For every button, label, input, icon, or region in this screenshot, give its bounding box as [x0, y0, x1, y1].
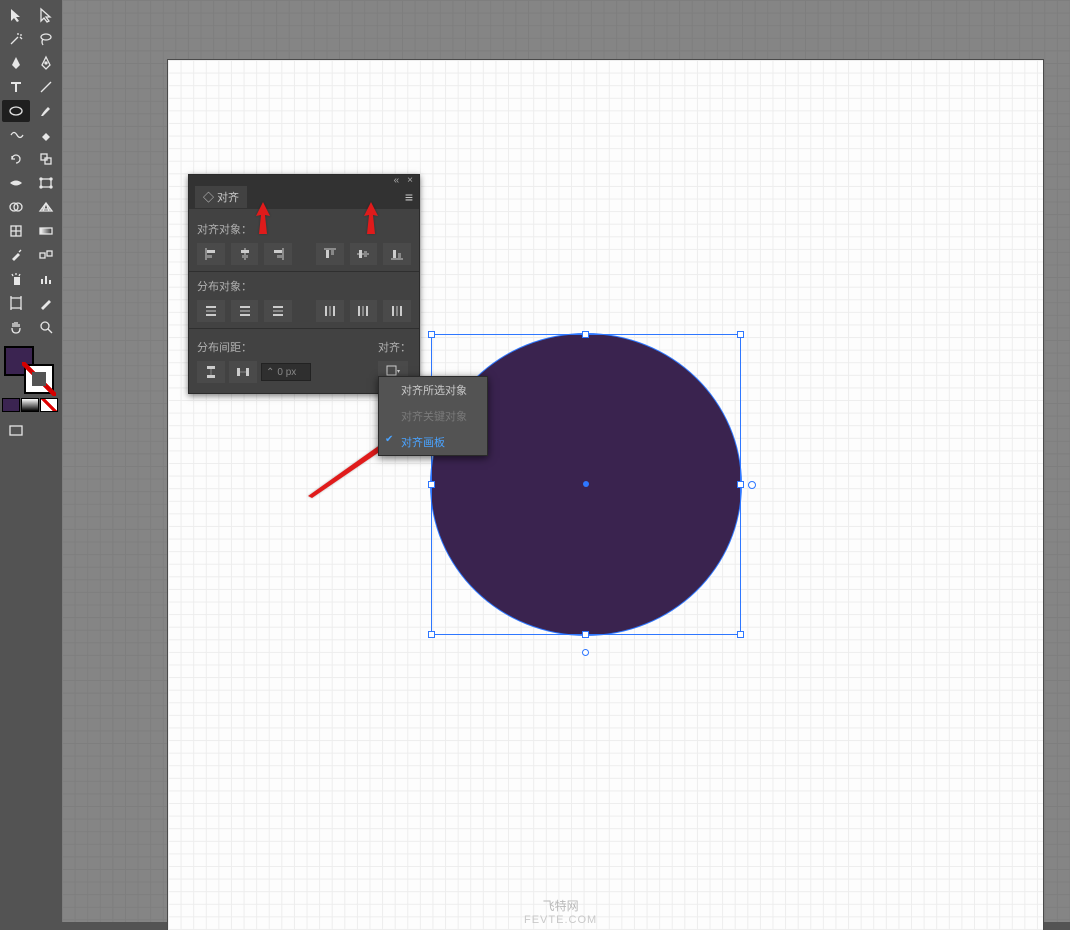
color-mode-row: [2, 398, 60, 412]
tools-panel: [0, 0, 62, 922]
align-top[interactable]: [316, 243, 344, 265]
artboard-tool[interactable]: [2, 292, 30, 314]
align-panel: « × ◇ 对齐 ≡ 对齐对象： 分布对象：: [188, 174, 420, 394]
hand-tool[interactable]: [2, 316, 30, 338]
symbol-sprayer-tool[interactable]: [2, 268, 30, 290]
handle-right[interactable]: [737, 481, 744, 488]
color-mode-gradient[interactable]: [21, 398, 39, 412]
edge-indicator: [748, 481, 756, 489]
dist-vcenter[interactable]: [231, 300, 259, 322]
selection-tool[interactable]: [2, 4, 30, 26]
type-tool[interactable]: [2, 76, 30, 98]
width-tool[interactable]: [2, 172, 30, 194]
stroke-color[interactable]: [24, 364, 54, 394]
rotate-tool[interactable]: [2, 148, 30, 170]
panel-close-icon[interactable]: ×: [407, 175, 413, 186]
align-right[interactable]: [264, 243, 292, 265]
mesh-tool[interactable]: [2, 220, 30, 242]
spacing-value-input[interactable]: ⌃0 px: [261, 363, 311, 381]
center-indicator: [583, 481, 589, 487]
dist-top[interactable]: [197, 300, 225, 322]
check-icon: ✔: [385, 434, 393, 445]
annotation-arrow-1: [252, 202, 274, 239]
panel-collapse-icon[interactable]: «: [394, 175, 400, 186]
gradient-tool[interactable]: [32, 220, 60, 242]
handle-bottom-right[interactable]: [737, 631, 744, 638]
dist-right[interactable]: [383, 300, 411, 322]
color-swatches[interactable]: [2, 346, 60, 392]
handle-top-right[interactable]: [737, 331, 744, 338]
pen-tool[interactable]: [2, 52, 30, 74]
watermark-line1: 飞特网: [524, 897, 597, 914]
blend-tool[interactable]: [32, 244, 60, 266]
annotation-arrow-2: [360, 202, 382, 239]
dist-bottom[interactable]: [264, 300, 292, 322]
line-tool[interactable]: [32, 76, 60, 98]
panel-tab-align[interactable]: ◇ 对齐: [195, 186, 247, 208]
label-distribute-spacing: 分布间距：: [197, 339, 311, 355]
free-transform-tool[interactable]: [32, 172, 60, 194]
label-distribute-objects: 分布对象：: [197, 278, 411, 294]
magic-wand-tool[interactable]: [2, 28, 30, 50]
menu-align-key-object: 对齐关键对象: [379, 403, 487, 429]
menu-align-selection[interactable]: 对齐所选对象: [379, 377, 487, 403]
align-bottom[interactable]: [383, 243, 411, 265]
shape-builder-tool[interactable]: [2, 196, 30, 218]
color-mode-none[interactable]: [40, 398, 58, 412]
label-align-to: 对齐：: [378, 339, 411, 355]
scale-tool[interactable]: [32, 148, 60, 170]
panel-titlebar[interactable]: « ×: [189, 175, 419, 185]
screen-mode[interactable]: [2, 420, 30, 442]
menu-align-artboard[interactable]: ✔对齐画板: [379, 429, 487, 455]
handle-bottom[interactable]: [582, 631, 589, 638]
lasso-tool[interactable]: [32, 28, 60, 50]
dist-space-v[interactable]: [197, 361, 225, 383]
handle-left[interactable]: [428, 481, 435, 488]
handle-bottom-left[interactable]: [428, 631, 435, 638]
shaper-tool[interactable]: [2, 124, 30, 146]
paintbrush-tool[interactable]: [32, 100, 60, 122]
align-to-menu: 对齐所选对象 对齐关键对象 ✔对齐画板: [378, 376, 488, 456]
ellipse-tool[interactable]: [2, 100, 30, 122]
watermark-line2: FEVTE.COM: [524, 914, 597, 926]
color-mode-solid[interactable]: [2, 398, 20, 412]
canvas-area[interactable]: 飞特网 FEVTE.COM: [62, 0, 1070, 922]
align-hcenter[interactable]: [231, 243, 259, 265]
panel-menu-icon[interactable]: ≡: [405, 189, 413, 205]
dist-hcenter[interactable]: [350, 300, 378, 322]
zoom-tool[interactable]: [32, 316, 60, 338]
handle-top[interactable]: [582, 331, 589, 338]
handle-rotate[interactable]: [582, 649, 589, 656]
column-graph-tool[interactable]: [32, 268, 60, 290]
direct-selection-tool[interactable]: [32, 4, 60, 26]
perspective-grid-tool[interactable]: [32, 196, 60, 218]
curvature-tool[interactable]: [32, 52, 60, 74]
eraser-tool[interactable]: [32, 124, 60, 146]
slice-tool[interactable]: [32, 292, 60, 314]
dist-left[interactable]: [316, 300, 344, 322]
align-vcenter[interactable]: [350, 243, 378, 265]
handle-top-left[interactable]: [428, 331, 435, 338]
dist-space-h[interactable]: [229, 361, 257, 383]
eyedropper-tool[interactable]: [2, 244, 30, 266]
align-left[interactable]: [197, 243, 225, 265]
